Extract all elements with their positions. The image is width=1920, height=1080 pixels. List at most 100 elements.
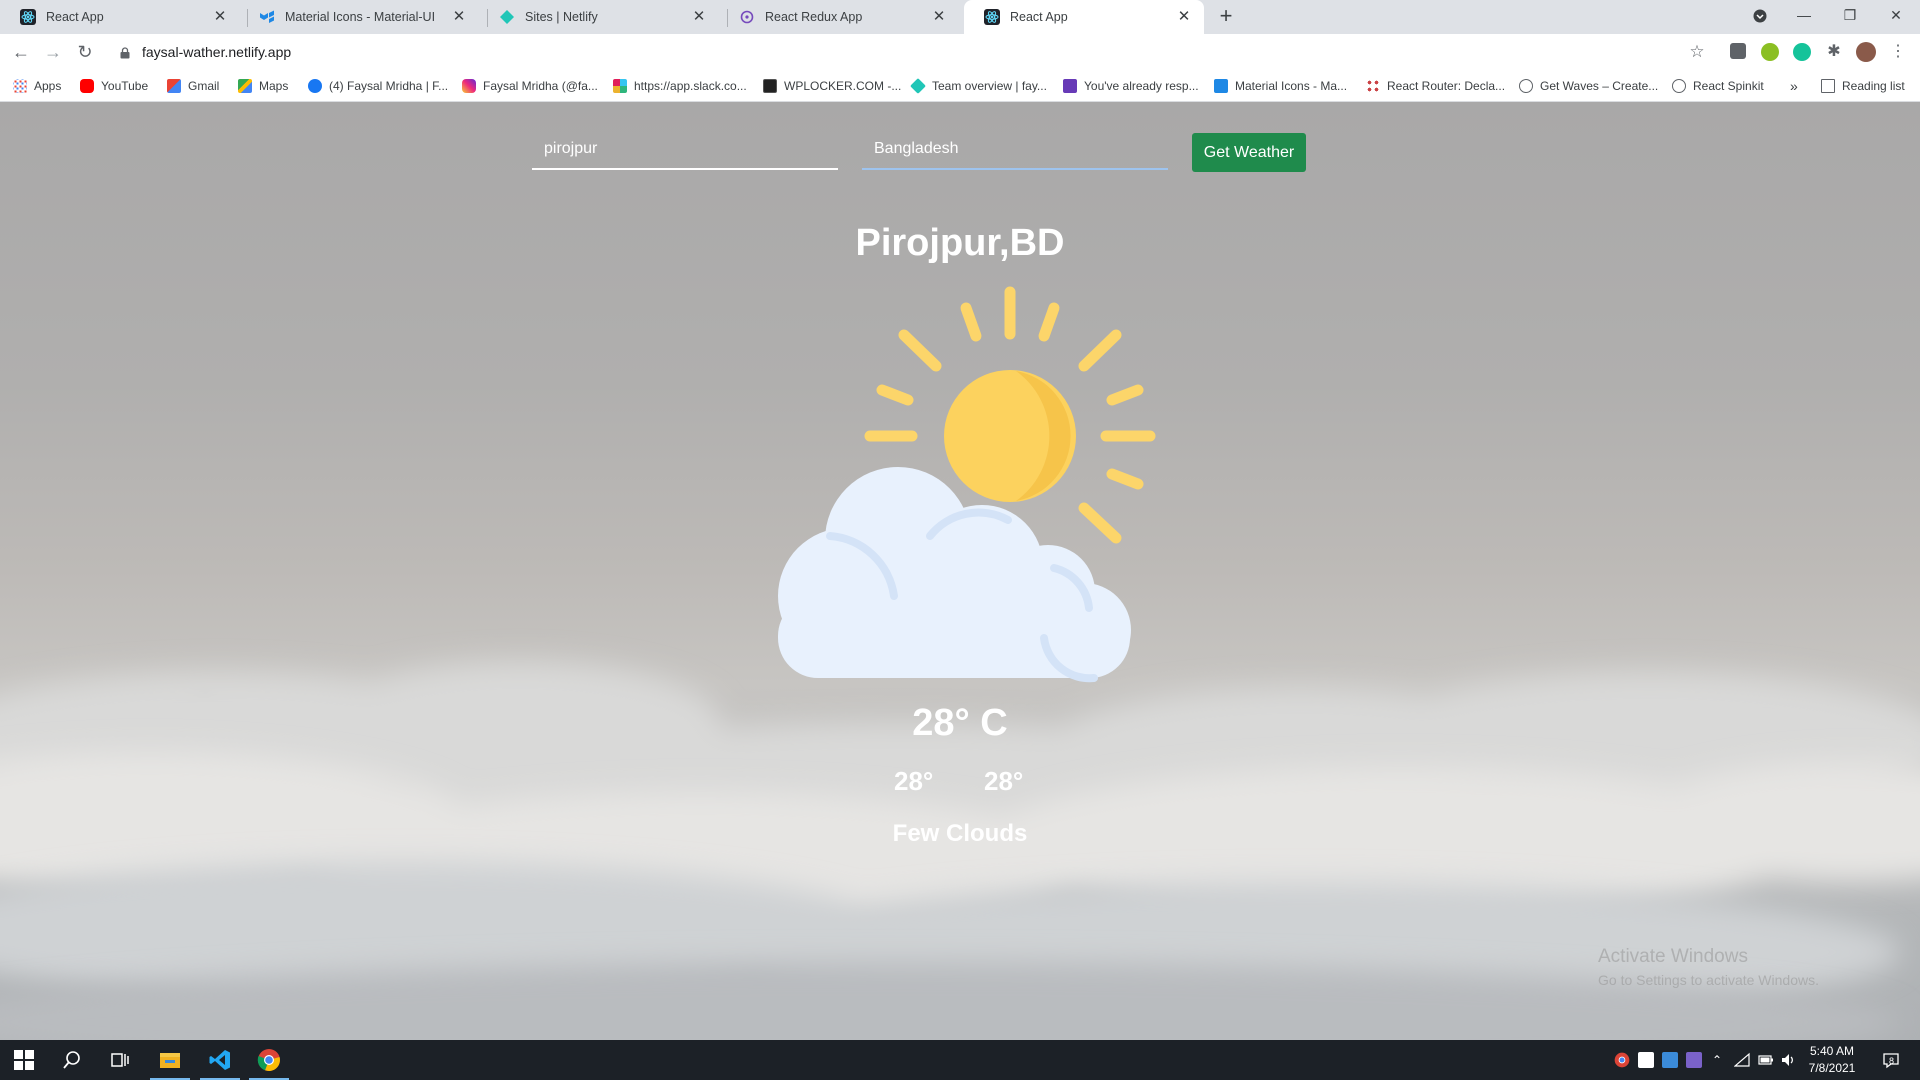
volume-icon[interactable] bbox=[1780, 1052, 1796, 1068]
kebab-menu-icon[interactable]: ⋮ bbox=[1886, 40, 1910, 64]
bookmark-label: Get Waves – Create... bbox=[1540, 79, 1659, 93]
country-input[interactable] bbox=[862, 132, 1168, 166]
close-tab-icon[interactable]: ✕ bbox=[451, 9, 467, 25]
back-arrow-icon[interactable]: ← bbox=[9, 40, 33, 64]
bookmark-gmail[interactable]: Gmail bbox=[167, 78, 219, 94]
bookmark-label: Team overview | fay... bbox=[932, 79, 1047, 93]
extension-pen-icon[interactable] bbox=[1730, 43, 1746, 59]
city-input[interactable] bbox=[532, 132, 838, 166]
reload-icon[interactable]: ↻ bbox=[73, 40, 97, 64]
bookmark-label: React Spinkit bbox=[1693, 79, 1764, 93]
system-clock[interactable]: 5:40 AM 7/8/2021 bbox=[1800, 1043, 1864, 1077]
task-view-icon[interactable] bbox=[108, 1048, 132, 1072]
bookmark-label: Material Icons - Ma... bbox=[1235, 79, 1348, 93]
new-tab-icon[interactable]: + bbox=[1214, 5, 1238, 29]
reading-list-button[interactable]: Reading list bbox=[1821, 78, 1905, 94]
bookmark-wplocker[interactable]: WPLOCKER.COM -... bbox=[763, 78, 901, 94]
bookmark-label: You've already resp... bbox=[1084, 79, 1199, 93]
tab-title: React Redux App bbox=[765, 10, 863, 24]
city-field bbox=[532, 132, 838, 170]
tray-app-icon[interactable] bbox=[1638, 1052, 1654, 1068]
bookmark-get-waves[interactable]: Get Waves – Create... bbox=[1519, 78, 1658, 94]
bookmark-label: React Router: Decla... bbox=[1387, 79, 1506, 93]
bookmark-instagram[interactable]: Faysal Mridha (@fa... bbox=[462, 78, 598, 94]
slack-icon bbox=[613, 79, 627, 93]
bookmark-forms[interactable]: You've already resp... bbox=[1063, 78, 1199, 94]
min-temperature: 28° bbox=[894, 766, 934, 796]
close-tab-icon[interactable]: ✕ bbox=[931, 9, 947, 25]
bookmark-label: Maps bbox=[259, 79, 289, 93]
battery-icon[interactable] bbox=[1758, 1052, 1774, 1068]
browser-tab[interactable]: Material Icons - Material-UI ✕ bbox=[239, 0, 479, 34]
tray-chevron-icon[interactable]: ⌃ bbox=[1712, 1052, 1728, 1068]
chrome-icon[interactable] bbox=[257, 1048, 281, 1072]
bookmark-react-spinkit[interactable]: React Spinkit bbox=[1672, 78, 1764, 94]
globe-icon bbox=[1672, 79, 1686, 93]
extensions-puzzle-icon[interactable]: ✱ bbox=[1822, 40, 1846, 64]
reading-list-label: Reading list bbox=[1842, 79, 1905, 93]
bookmark-netlify[interactable]: Team overview | fay... bbox=[910, 78, 1047, 94]
netlify-icon bbox=[910, 78, 926, 94]
get-weather-button[interactable]: Get Weather bbox=[1192, 133, 1306, 172]
bookmark-apps[interactable]: Apps bbox=[13, 78, 61, 94]
browser-tab[interactable]: React Redux App ✕ bbox=[719, 0, 959, 34]
clock-time: 5:40 AM bbox=[1809, 1044, 1855, 1058]
vscode-icon[interactable] bbox=[208, 1048, 232, 1072]
bookmark-label: (4) Faysal Mridha | F... bbox=[329, 79, 449, 93]
forms-icon bbox=[1063, 79, 1077, 93]
restore-icon[interactable]: ❐ bbox=[1827, 0, 1873, 30]
bookmark-youtube[interactable]: YouTube bbox=[80, 78, 148, 94]
close-tab-icon[interactable]: ✕ bbox=[212, 9, 228, 25]
windows-taskbar: ⌃ 5:40 AM 7/8/2021 8 bbox=[0, 1040, 1920, 1080]
notifications-icon[interactable]: 8 bbox=[1882, 1051, 1900, 1069]
tray-chrome-icon[interactable] bbox=[1614, 1052, 1630, 1068]
close-tab-icon[interactable]: ✕ bbox=[691, 9, 707, 25]
bookmark-slack[interactable]: https://app.slack.co... bbox=[613, 78, 747, 94]
minimize-icon[interactable]: — bbox=[1781, 0, 1827, 30]
windows-start-icon[interactable] bbox=[12, 1048, 36, 1072]
max-temperature: 28° bbox=[984, 766, 1024, 796]
bookmark-label: Apps bbox=[34, 79, 62, 93]
close-window-icon[interactable]: ✕ bbox=[1873, 0, 1919, 30]
browser-tab-active[interactable]: React App ✕ bbox=[964, 0, 1204, 34]
bookmark-facebook[interactable]: (4) Faysal Mridha | F... bbox=[308, 78, 448, 94]
instagram-icon bbox=[462, 79, 476, 93]
react-router-icon bbox=[1366, 79, 1380, 93]
clock-date: 7/8/2021 bbox=[1808, 1061, 1856, 1075]
bookmark-star-icon[interactable]: ☆ bbox=[1685, 40, 1709, 64]
tray-pen-icon[interactable] bbox=[1686, 1052, 1702, 1068]
bookmark-maps[interactable]: Maps bbox=[238, 78, 288, 94]
reading-list-icon bbox=[1821, 79, 1835, 93]
location-heading: Pirojpur,BD bbox=[855, 222, 1065, 264]
weather-description: Few Clouds bbox=[892, 820, 1028, 847]
maps-icon bbox=[238, 79, 252, 93]
bookmarks-overflow-button[interactable]: » bbox=[1790, 78, 1798, 94]
bookmarks-bar: Apps YouTube Gmail Maps (4) Faysal Mridh… bbox=[0, 70, 1920, 102]
browser-tab[interactable]: React App ✕ bbox=[0, 0, 240, 34]
forward-arrow-icon[interactable]: → bbox=[41, 40, 65, 64]
wplocker-icon bbox=[763, 79, 777, 93]
bookmark-label: YouTube bbox=[101, 79, 149, 93]
browser-tab[interactable]: Sites | Netlify ✕ bbox=[479, 0, 719, 34]
activate-windows-watermark: Activate Windows Go to Settings to activ… bbox=[1598, 946, 1819, 988]
tab-strip: React App ✕ Material Icons - Material-UI… bbox=[0, 0, 1920, 34]
file-explorer-icon[interactable] bbox=[158, 1048, 182, 1072]
bookmark-label: Faysal Mridha (@fa... bbox=[483, 79, 598, 93]
extension-bulb-icon[interactable] bbox=[1761, 43, 1779, 61]
address-bar[interactable]: faysal-wather.netlify.app bbox=[108, 37, 1700, 67]
tab-title: Material Icons - Material-UI bbox=[285, 10, 436, 24]
network-icon[interactable] bbox=[1733, 1052, 1750, 1068]
tab-title: React App bbox=[46, 10, 104, 24]
material-ui-icon bbox=[259, 9, 275, 25]
bookmark-material-icons[interactable]: Material Icons - Ma... bbox=[1214, 78, 1347, 94]
profile-avatar[interactable] bbox=[1856, 42, 1876, 62]
facebook-icon bbox=[308, 79, 322, 93]
tab-search-icon[interactable] bbox=[1737, 0, 1783, 30]
grammarly-icon[interactable] bbox=[1793, 43, 1811, 61]
bookmark-react-router[interactable]: React Router: Decla... bbox=[1366, 78, 1505, 94]
tray-display-icon[interactable] bbox=[1662, 1052, 1678, 1068]
tab-title: React App bbox=[1010, 10, 1068, 24]
search-icon[interactable] bbox=[60, 1048, 84, 1072]
close-tab-icon[interactable]: ✕ bbox=[1176, 9, 1192, 25]
tab-title: Sites | Netlify bbox=[525, 10, 598, 24]
